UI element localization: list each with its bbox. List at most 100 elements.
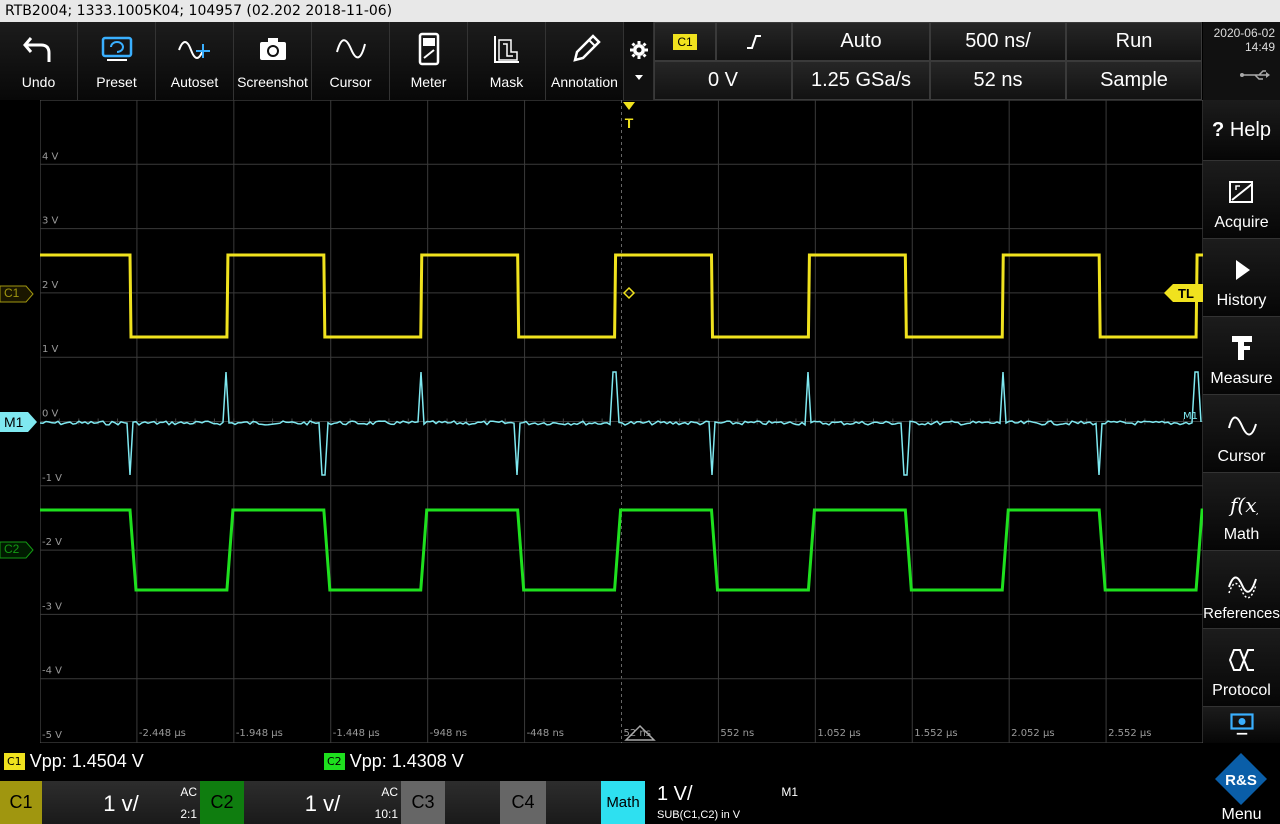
references-button[interactable]: References (1203, 550, 1280, 628)
x-tick-label: -948 ns (430, 728, 467, 739)
m1-offset-tag[interactable]: M1 (0, 412, 38, 432)
waveform-display[interactable]: 4 V 3 V 2 V 1 V 0 V -1 V -2 V -3 V -4 V -5 V -2.4… (40, 100, 1203, 743)
acquisition-mode-button[interactable]: Sample (1066, 61, 1202, 100)
x-tick-label: -1.448 µs (333, 728, 380, 739)
annotation-button[interactable]: Annotation (546, 22, 624, 100)
c3-scale-button[interactable] (445, 781, 500, 824)
c1-scale-button[interactable]: 1 v/ AC 2:1 (42, 781, 200, 824)
y-tick-label: 1 V (42, 344, 59, 355)
math-source: M1 (781, 785, 798, 799)
y-tick-label: 3 V (42, 216, 59, 227)
c1-vpp-value: Vpp: 1.4504 V (29, 751, 144, 771)
c2-measurement[interactable]: C2 Vpp: 1.4308 V (324, 751, 464, 772)
timebase-button[interactable]: 500 ns/ (930, 22, 1066, 61)
c2-probe-ratio: 10:1 (374, 807, 398, 821)
rs-logo-icon: R&S (1215, 753, 1267, 805)
meter-button[interactable]: Meter (390, 22, 468, 100)
svg-text:f(x): f(x) (1228, 493, 1258, 517)
autoset-button[interactable]: Autoset (156, 22, 234, 100)
autoset-label: Autoset (170, 74, 219, 90)
measure-button[interactable]: Measure (1203, 316, 1280, 394)
c2-offset-label: C2 (4, 542, 20, 556)
math-channel-button[interactable]: Math (601, 781, 645, 824)
position-button[interactable]: 52 ns (930, 61, 1066, 100)
c1-offset-tag[interactable]: C1 (0, 285, 34, 303)
usb-icon (1240, 70, 1270, 80)
menu-button[interactable]: R&S Menu (1203, 743, 1280, 824)
c4-channel-button[interactable]: C4 (500, 781, 546, 824)
date: 2020-06-02 (1213, 26, 1275, 40)
history-button[interactable]: History (1203, 238, 1280, 316)
display-icon (1229, 713, 1254, 735)
c1-channel-label: C1 (9, 792, 33, 812)
math-scale-button[interactable]: 1 V/ M1 SUB(C1,C2) in V (645, 781, 802, 824)
math-expression: SUB(C1,C2) in V (657, 809, 741, 821)
undo-button[interactable]: Undo (0, 22, 78, 100)
measure-icon (1231, 336, 1252, 360)
cursor-side-button[interactable]: Cursor (1203, 394, 1280, 472)
cursor-side-label: Cursor (1217, 448, 1266, 465)
timebase-value: 500 ns/ (965, 30, 1031, 52)
trigger-source-tag: C1 (673, 33, 697, 50)
measurement-bar: C1 Vpp: 1.4504 V C2 Vpp: 1.4308 V (0, 743, 1203, 781)
toolbar: Undo Preset Autoset Screenshot Cursor Me… (0, 22, 624, 100)
protocol-label: Protocol (1212, 682, 1271, 699)
y-tick-label: -5 V (42, 730, 62, 741)
cursor-icon (1227, 416, 1257, 436)
c2-offset-tag[interactable]: C2 (0, 541, 34, 559)
c3-channel-button[interactable]: C3 (401, 781, 445, 824)
acquire-button[interactable]: Acquire (1203, 160, 1280, 238)
sample-rate-value: 1.25 GSa/s (810, 69, 912, 91)
c2-scale-button[interactable]: 1 v/ AC 10:1 (244, 781, 401, 824)
trigger-level-button[interactable]: 0 V (654, 61, 792, 100)
x-tick-label: 1.552 µs (914, 728, 957, 739)
trigger-slope-button[interactable] (716, 22, 792, 61)
mask-button[interactable]: Mask (468, 22, 546, 100)
m1-right-tag: M1 (1183, 411, 1198, 422)
c2-coupling: AC (381, 785, 398, 799)
c4-scale-button[interactable] (546, 781, 601, 824)
math-button[interactable]: f(x) Math (1203, 472, 1280, 550)
trigger-source-button[interactable]: C1 (654, 22, 716, 61)
run-button[interactable]: Run (1066, 22, 1202, 61)
y-tick-label: 0 V (42, 409, 59, 420)
trigger-level-tag-label: TL (1178, 286, 1194, 301)
svg-text:R&S: R&S (1225, 772, 1257, 789)
undo-icon (22, 37, 50, 62)
run-state-value: Run (1115, 30, 1153, 52)
math-label: Math (1223, 526, 1260, 543)
help-button[interactable]: ? Help (1203, 100, 1280, 160)
cursor-button[interactable]: Cursor (312, 22, 390, 100)
trigger-mode-button[interactable]: Auto (792, 22, 930, 61)
y-tick-label: -2 V (42, 537, 62, 548)
m1-offset-label: M1 (4, 414, 24, 430)
annotation-label: Annotation (551, 74, 618, 90)
x-tick-label: -2.448 µs (139, 728, 186, 739)
trigger-marker-label: T (625, 115, 634, 131)
y-tick-label: -3 V (42, 601, 62, 612)
c1-coupling: AC (180, 785, 197, 799)
c1-channel-button[interactable]: C1 (0, 781, 42, 824)
c2-channel-button[interactable]: C2 (200, 781, 244, 824)
time: 14:49 (1244, 40, 1275, 54)
acquire-label: Acquire (1214, 214, 1269, 231)
sample-rate-button[interactable]: 1.25 GSa/s (792, 61, 930, 100)
display-button[interactable] (1203, 706, 1280, 743)
c1-measurement-tag: C1 (4, 753, 25, 770)
x-tick-label: 1.052 µs (817, 728, 860, 739)
x-tick-label: 2.552 µs (1108, 728, 1151, 739)
acquire-icon (1228, 181, 1253, 203)
settings-gear-button[interactable] (624, 22, 654, 100)
c1-measurement[interactable]: C1 Vpp: 1.4504 V (4, 751, 144, 772)
screenshot-button[interactable]: Screenshot (234, 22, 312, 100)
trigger-mode-value: Auto (840, 30, 882, 52)
help-icon: ? (1212, 118, 1225, 141)
menu-label: Menu (1221, 806, 1262, 823)
preset-button[interactable]: Preset (78, 22, 156, 100)
protocol-button[interactable]: Protocol (1203, 628, 1280, 706)
position-value: 52 ns (973, 69, 1023, 91)
help-text: ? Help (1212, 119, 1271, 142)
instrument-title: RTB2004; 1333.1005K04; 104957 (02.202 20… (5, 3, 393, 19)
acquisition-mode-value: Sample (1100, 69, 1168, 91)
c1-scale-value: 1 v/ (103, 791, 139, 816)
